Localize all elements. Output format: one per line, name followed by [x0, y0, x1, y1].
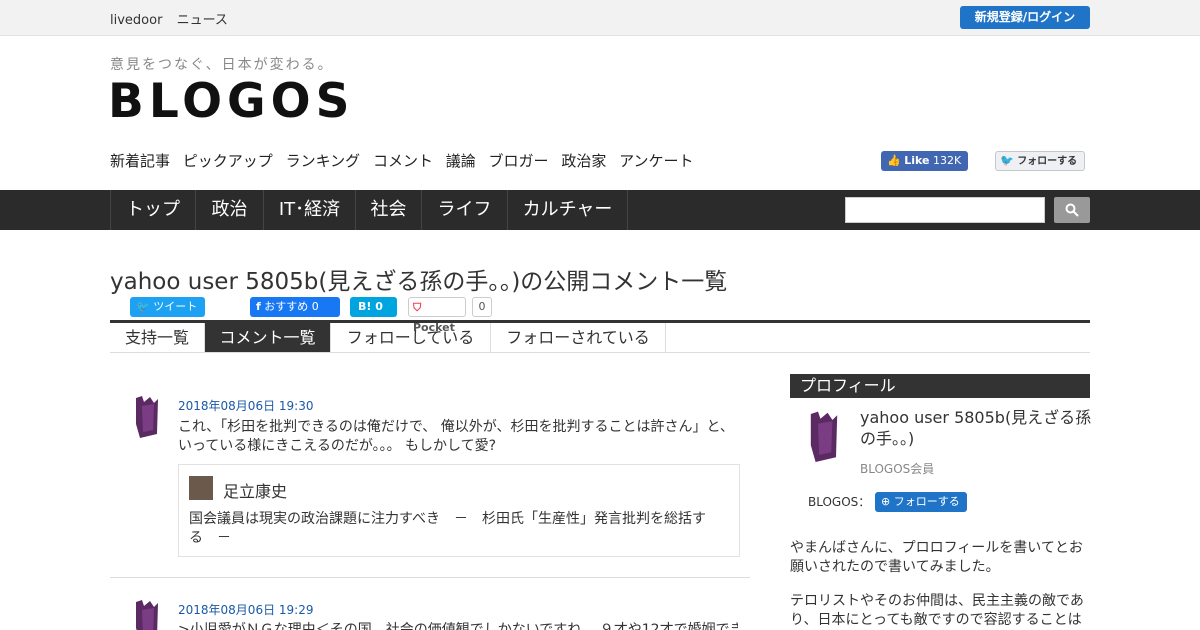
hatena-bookmark-button[interactable]: B! 0	[350, 297, 397, 317]
profile-bio-paragraph: テロリストやそのお仲間は、民主主義の敵であり、日本にとっても敵ですので容認するこ…	[790, 593, 1084, 628]
fb-like-label: Like	[904, 154, 930, 167]
register-login-button[interactable]: 新規登録/ログイン	[960, 6, 1090, 29]
tabs-bottom-border	[110, 352, 1090, 353]
fb-recommend-label: おすすめ 0	[264, 300, 319, 313]
top-bar: livedoor ニュース 新規登録/ログイン	[0, 0, 1200, 36]
search-input[interactable]	[845, 197, 1045, 223]
tab-followers[interactable]: フォローされている	[491, 323, 666, 353]
subnav-bloggers[interactable]: ブロガー	[489, 152, 549, 170]
subnav-comments[interactable]: コメント	[373, 152, 433, 170]
pocket-count: 0	[472, 297, 492, 317]
search-button[interactable]	[1054, 197, 1090, 223]
tab-support-list[interactable]: 支持一覧	[110, 323, 205, 353]
quoted-article[interactable]: 足立康史 国会議員は現実の政治課題に注力すべき － 杉田氏「生産性」発言批判を総…	[178, 464, 740, 557]
blogos-logo[interactable]: BLOGOS	[108, 74, 354, 130]
thumbs-up-icon: 👍	[887, 154, 901, 167]
nav-culture[interactable]: カルチャー	[507, 190, 628, 230]
facebook-like-button[interactable]: 👍 Like 132K	[881, 151, 968, 171]
profile-bio-paragraph: やまんばさんに、プロロフィールを書いてとお願いされたので書いてみました。	[790, 540, 1083, 575]
nav-politics[interactable]: 政治	[195, 190, 263, 230]
tab-following[interactable]: フォローしている	[331, 323, 491, 353]
tweet-label: ツイート	[153, 300, 198, 313]
nav-life[interactable]: ライフ	[421, 190, 507, 230]
fb-like-count: 132K	[932, 154, 962, 167]
subnav-pickup[interactable]: ピックアップ	[183, 152, 273, 170]
profile-heading: プロフィール	[790, 374, 1090, 398]
profile-avatar	[806, 409, 842, 467]
facebook-icon: f	[256, 300, 261, 313]
pocket-icon: ⛉	[413, 301, 422, 314]
article-author[interactable]: 足立康史	[223, 478, 287, 502]
twitter-bird-icon: 🐦	[1000, 154, 1014, 167]
article-title[interactable]: 国会議員は現実の政治課題に注力すべき － 杉田氏「生産性」発言批判を総括する －	[189, 510, 719, 548]
livedoor-brand[interactable]: livedoor ニュース	[110, 9, 238, 28]
tab-comment-list[interactable]: コメント一覧	[205, 323, 331, 353]
subnav-politicians[interactable]: 政治家	[561, 152, 606, 170]
profile-role: BLOGOS会員	[860, 462, 935, 476]
user-avatar[interactable]	[132, 598, 162, 630]
nav-it-economy[interactable]: IT･経済	[263, 190, 355, 230]
comment-text: これ、「杉田を批判できるのは俺だけで、 俺以外が、杉田を批判することは許さん」と…	[178, 419, 734, 454]
comment-date[interactable]: 2018年08月06日 19:29	[178, 601, 313, 618]
tweet-button[interactable]: 🐦 ツイート	[130, 297, 205, 317]
author-avatar[interactable]	[189, 476, 213, 500]
subnav-new-articles[interactable]: 新着記事	[110, 152, 170, 170]
plus-icon: ⊕	[881, 495, 891, 508]
comment-date[interactable]: 2018年08月06日 19:30	[178, 397, 313, 414]
page-title: yahoo user 5805b(見えざる孫の手。。)の公開コメント一覧	[110, 269, 728, 295]
sub-navigation: 新着記事 ピックアップ ランキング コメント 議論 ブロガー 政治家 アンケート	[110, 150, 702, 171]
subnav-ranking[interactable]: ランキング	[286, 152, 361, 170]
user-avatar[interactable]	[132, 394, 162, 442]
follow-label: フォローする	[893, 495, 960, 508]
twitter-bird-icon: 🐦	[136, 300, 150, 313]
subnav-survey[interactable]: アンケート	[619, 152, 693, 170]
facebook-recommend-button[interactable]: f おすすめ 0	[250, 297, 340, 317]
tw-follow-label: フォローする	[1017, 156, 1078, 167]
comment-text: >小児愛がＮＧな理由＜その国、社会の価値観でしかないですね。 ９才や12才で婚姻…	[178, 622, 738, 630]
pocket-button[interactable]: ⛉ Pocket	[408, 297, 466, 334]
nav-top[interactable]: トップ	[110, 190, 195, 230]
blogos-label: BLOGOS：	[808, 495, 871, 509]
news-link[interactable]: ニュース	[177, 13, 228, 28]
subnav-debate[interactable]: 議論	[446, 152, 476, 170]
search-icon	[1065, 203, 1079, 217]
nav-society[interactable]: 社会	[355, 190, 421, 230]
tagline: 意見をつなぐ、日本が変わる。	[110, 57, 334, 73]
livedoor-link[interactable]: livedoor	[110, 13, 162, 28]
twitter-follow-button[interactable]: 🐦 フォローする	[995, 151, 1085, 171]
profile-name: yahoo user 5805b(見えざる孫の手。。)	[860, 408, 1092, 448]
comment-divider	[110, 577, 750, 578]
profile-follow-button[interactable]: ⊕ フォローする	[875, 492, 967, 512]
